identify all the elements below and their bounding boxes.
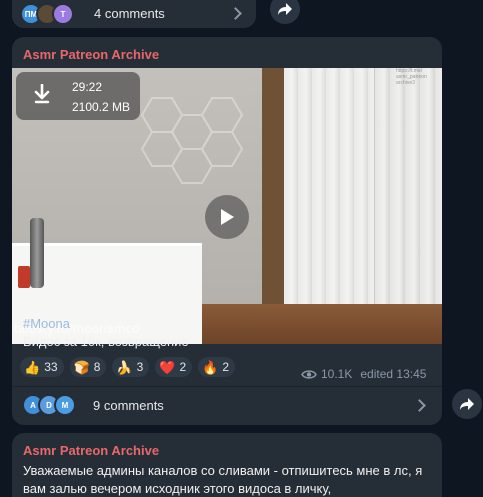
- video-file-size: 2100.2 MB: [72, 100, 131, 114]
- reaction-bread[interactable]: 🍞 8: [69, 357, 107, 377]
- avatar: M: [54, 394, 76, 416]
- video-preview[interactable]: https://t.me/ asmr_patreon archive3 boos…: [12, 68, 442, 344]
- share-button[interactable]: [270, 0, 300, 24]
- download-icon[interactable]: [34, 84, 50, 104]
- share-icon: [460, 398, 474, 410]
- video-duration: 29:22: [72, 80, 103, 94]
- hashtag-link[interactable]: #Moona: [23, 316, 70, 331]
- comments-count-label[interactable]: 4 comments: [94, 6, 165, 21]
- previous-post-comments-bar[interactable]: ПМ Т 4 comments: [12, 0, 256, 28]
- eye-icon: [301, 369, 317, 379]
- chevron-right-icon: [229, 7, 242, 20]
- divider: [12, 386, 442, 387]
- reaction-heart[interactable]: ❤️ 2: [155, 357, 193, 377]
- post-caption: Видос за 10к, возвращение: [23, 334, 189, 349]
- post-text: Уважаемые админы каналов со сливами - от…: [23, 463, 423, 496]
- video-watermark: https://t.me/ asmr_patreon archive3: [396, 68, 427, 86]
- chevron-right-icon: [413, 399, 426, 412]
- channel-post: Asmr Patreon Archive https://t.me/ asmr_…: [12, 37, 442, 425]
- channel-name[interactable]: Asmr Patreon Archive: [23, 443, 159, 458]
- download-info-box[interactable]: 29:22 2100.2 MB: [16, 72, 140, 120]
- can: [18, 266, 30, 288]
- reaction-fire[interactable]: 🔥 2: [198, 357, 236, 377]
- reactions-bar: 👍 33 🍞 8 🍌 3 ❤️ 2 🔥 2: [20, 357, 236, 377]
- share-icon: [278, 3, 292, 15]
- view-count: 10.1K: [321, 367, 353, 381]
- play-icon: [221, 209, 234, 225]
- share-button[interactable]: [452, 389, 482, 419]
- post-meta: 10.1K edited 13:45: [301, 367, 426, 381]
- bottle: [30, 218, 44, 288]
- edited-timestamp: edited 13:45: [360, 367, 427, 381]
- commenter-avatars: ПМ Т: [20, 3, 74, 25]
- avatar: Т: [52, 3, 74, 25]
- hexagon-wall-decor: [140, 97, 244, 184]
- commenter-avatars: A D M: [22, 394, 76, 416]
- comments-count-label[interactable]: 9 comments: [93, 398, 164, 413]
- reaction-banana[interactable]: 🍌 3: [112, 357, 150, 377]
- channel-name[interactable]: Asmr Patreon Archive: [23, 47, 159, 62]
- reaction-thumbs-up[interactable]: 👍 33: [20, 357, 64, 377]
- channel-post: Asmr Patreon Archive Уважаемые админы ка…: [12, 433, 442, 497]
- play-button[interactable]: [205, 195, 249, 239]
